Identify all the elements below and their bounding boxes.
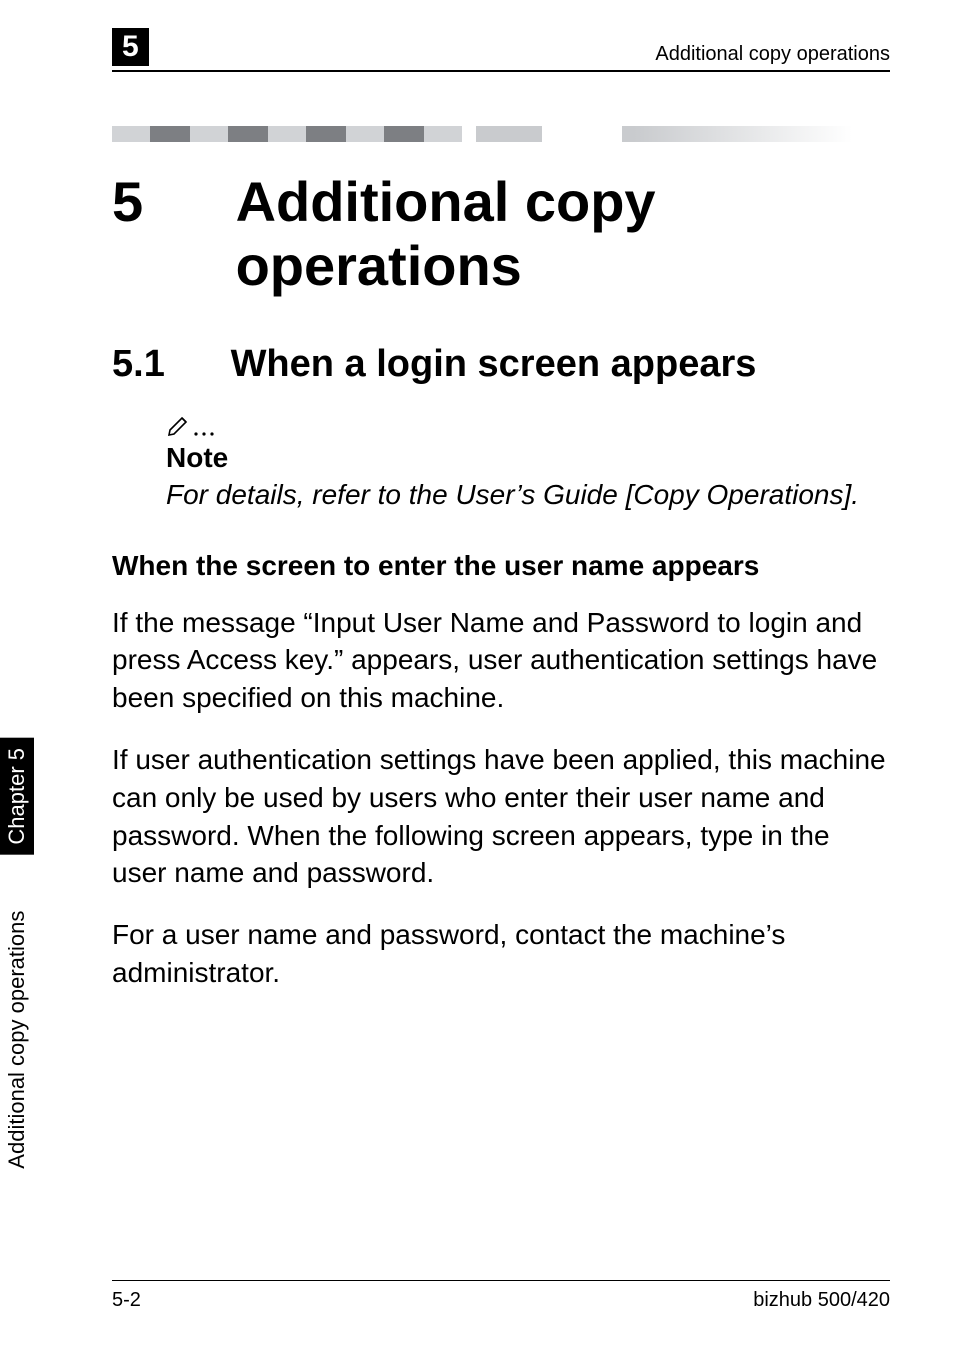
subheading: When the screen to enter the user name a… <box>112 550 890 582</box>
running-header: 5 Additional copy operations <box>112 28 890 72</box>
running-header-number: 5 <box>112 28 149 66</box>
chapter-title-text: Additional copy operations <box>236 170 876 299</box>
body-paragraph: If the message “Input User Name and Pass… <box>112 604 890 717</box>
note-icon <box>166 410 890 440</box>
note-text: For details, refer to the User’s Guide [… <box>166 476 890 514</box>
decorative-bars <box>112 126 890 142</box>
section-number: 5.1 <box>112 343 220 386</box>
note-label: Note <box>166 442 890 474</box>
running-header-title: Additional copy operations <box>655 43 890 66</box>
chapter-title: 5 Additional copy operations <box>112 170 890 299</box>
product-name: bizhub 500/420 <box>753 1289 890 1312</box>
side-tab-label: Additional copy operations <box>4 911 30 1169</box>
body-paragraph: If user authentication settings have bee… <box>112 741 890 892</box>
page-number: 5-2 <box>112 1289 141 1312</box>
section-title-text: When a login screen appears <box>231 343 757 385</box>
section-title: 5.1 When a login screen appears <box>112 343 890 386</box>
chapter-number: 5 <box>112 170 220 234</box>
body-paragraph: For a user name and password, contact th… <box>112 916 890 992</box>
page-footer: 5-2 bizhub 500/420 <box>112 1280 890 1312</box>
note-block: Note For details, refer to the User’s Gu… <box>166 410 890 514</box>
side-tab-chapter: Chapter 5 <box>0 738 34 855</box>
